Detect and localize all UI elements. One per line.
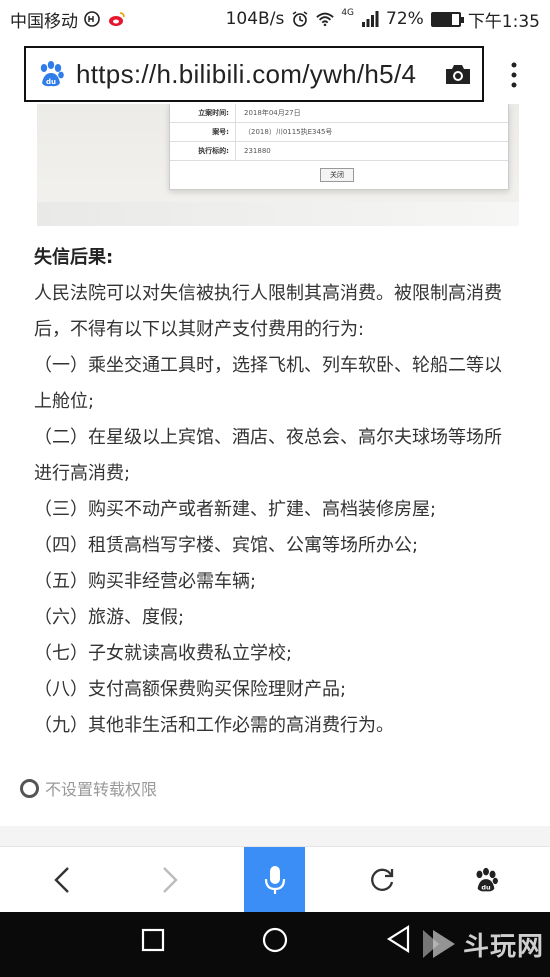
list-item: （九）其他非生活和工作必需的高消费行为。 (34, 715, 394, 736)
voice-search-button[interactable] (244, 847, 305, 913)
camera-icon[interactable] (444, 62, 472, 86)
watermark-text: 斗玩网 (462, 931, 544, 962)
watermark-logo-icon (422, 930, 455, 958)
refresh-button[interactable] (350, 847, 414, 913)
wifi-icon (316, 12, 335, 27)
list-item: （三）购买不动产或者新建、扩建、高档装修房屋; (34, 499, 437, 520)
list-item: （八）支付高额保费购买保险理财产品; (34, 679, 347, 700)
overflow-menu-icon[interactable] (506, 60, 522, 90)
list-item: （七）子女就读高收费私立学校; (34, 643, 293, 664)
site-watermark: 斗玩网 (419, 924, 544, 964)
list-item: （五）购买非经营必需车辆; (34, 571, 257, 592)
url-text[interactable]: https://h.bilibili.com/ywh/h5/4 (76, 59, 438, 90)
refresh-icon (371, 868, 394, 891)
chevron-right-icon (163, 867, 178, 893)
recents-square-icon[interactable] (141, 928, 165, 952)
record-row: 执行标的: 231880 (170, 142, 508, 161)
battery-icon (430, 11, 464, 27)
back-button[interactable] (30, 847, 94, 913)
svg-text:du: du (46, 78, 56, 86)
list-item: （一）乘坐交通工具时，选择飞机、列车软卧、轮船二等以上舱位; (34, 355, 502, 412)
hd-call-icon (84, 11, 100, 27)
browser-toolbar: du (0, 846, 550, 913)
radio-ring-icon[interactable] (20, 778, 39, 798)
status-bar: 中国移动 104B/s 4G 72% 下午1:35 (0, 0, 550, 38)
svg-text:du: du (481, 883, 491, 891)
record-row: 立案时间: 2018年04月27日 (170, 104, 508, 123)
clock: 下午1:35 (467, 11, 540, 32)
battery-fill (432, 13, 452, 25)
microphone-icon (264, 866, 285, 894)
back-triangle-icon[interactable] (386, 924, 412, 954)
network-type: 4G (341, 8, 355, 18)
home-circle-icon[interactable] (261, 926, 289, 954)
list-item: （六）旅游、度假; (34, 607, 185, 628)
baidu-home-button[interactable]: du (454, 847, 518, 913)
record-row: 案号: （2018）川0115执E345号 (170, 123, 508, 142)
baidu-paw-icon: du (40, 61, 64, 87)
carrier-label: 中国移动 (10, 11, 78, 32)
section-heading: 失信后果: (34, 247, 114, 268)
repost-permission-label: 不设置转载权限 (45, 780, 158, 799)
record-panel: 立案时间: 2018年04月27日 案号: （2018）川0115执E345号 … (169, 104, 509, 190)
forward-button[interactable] (138, 847, 202, 913)
alarm-icon (292, 11, 308, 27)
record-close-button: 关闭 (320, 168, 354, 182)
section-divider (0, 826, 550, 846)
intro-paragraph: 人民法院可以对失信被执行人限制其高消费。被限制高消费后，不得有以下以其财产支付费… (34, 283, 502, 340)
address-bar[interactable]: du https://h.bilibili.com/ywh/h5/4 (24, 46, 484, 102)
network-speed: 104B/s (225, 9, 285, 29)
list-item: （二）在星级以上宾馆、酒店、夜总会、高尔夫球场等场所进行高消费; (34, 427, 502, 484)
chevron-left-icon (54, 867, 69, 893)
repost-permission-option[interactable]: 不设置转载权限 (20, 776, 157, 800)
article-body: 失信后果: 人民法院可以对失信被执行人限制其高消费。被限制高消费后，不得有以下以… (34, 240, 514, 744)
signal-icon (362, 11, 379, 27)
record-screenshot: 立案时间: 2018年04月27日 案号: （2018）川0115执E345号 … (37, 104, 519, 226)
battery-percent: 72% (386, 9, 424, 29)
baidu-paw-icon: du (476, 867, 498, 892)
weibo-icon (109, 12, 125, 26)
image-bottom-strip (37, 202, 519, 226)
list-item: （四）租赁高档写字楼、宾馆、公寓等场所办公; (34, 535, 419, 556)
